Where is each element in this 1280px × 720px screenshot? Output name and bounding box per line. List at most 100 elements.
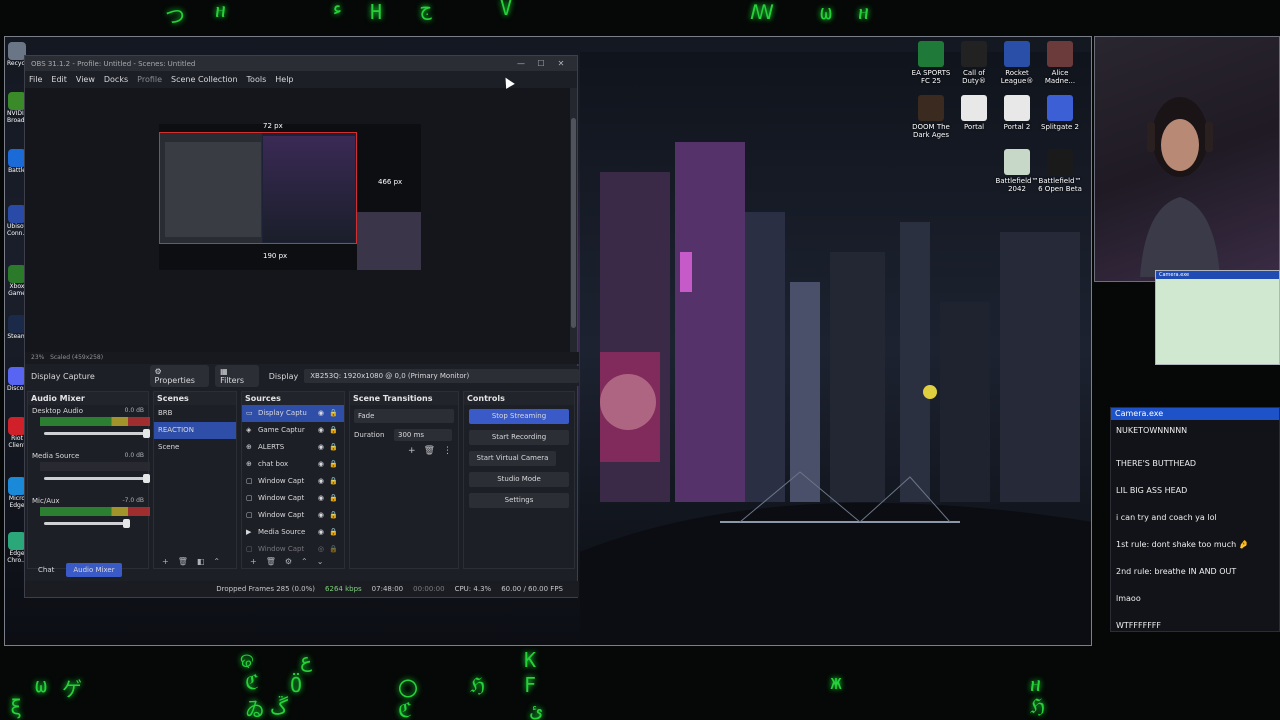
portal-2-file-icon	[1004, 95, 1030, 121]
camera-window: Camera.exe	[1155, 270, 1280, 365]
arrow-up-icon[interactable]: ⌃	[213, 557, 220, 566]
lock-icon[interactable]: 🔒	[329, 405, 338, 422]
chat-message: i can try and coach ya lol	[1116, 513, 1217, 522]
browser-icon: ⊕	[246, 460, 252, 468]
menu-view[interactable]: View	[76, 75, 95, 84]
desktop-icon-ea-fc25[interactable]: EA SPORTS FC 25	[909, 41, 953, 85]
eye-icon[interactable]: ◉	[318, 473, 324, 490]
add-icon[interactable]: +	[162, 557, 169, 566]
obs-titlebar[interactable]: OBS 31.1.2 - Profile: Untitled - Scenes:…	[25, 56, 577, 71]
settings-button[interactable]: Settings	[469, 493, 569, 508]
source-item[interactable]: ▢ Window Capt ◉ 🔒	[242, 507, 344, 524]
lock-icon[interactable]: 🔒	[329, 422, 338, 439]
source-item[interactable]: ▢ Window Capt ◉ 🔒	[242, 490, 344, 507]
desktop-icon-rocket-league[interactable]: Rocket League®	[995, 41, 1039, 85]
desktop-icon-doom[interactable]: DOOM The Dark Ages	[909, 95, 953, 139]
dimension-bottom: 190 px	[263, 252, 288, 260]
add-icon[interactable]: +	[408, 446, 416, 456]
desktop-icon-splitgate-2[interactable]: Splitgate 2	[1038, 95, 1082, 131]
battlefield-6-icon	[1047, 149, 1073, 175]
matrix-glyph: ξ	[10, 695, 23, 719]
menu-tools[interactable]: Tools	[247, 75, 267, 84]
eye-icon[interactable]: ◉	[318, 405, 324, 422]
dropped-frames: Dropped Frames 285 (0.0%)	[216, 585, 316, 593]
source-item[interactable]: ▭ Display Captu ◉ 🔒	[242, 405, 344, 422]
desktop-icon-call-of-duty[interactable]: Call of Duty®	[952, 41, 996, 85]
zoom-level[interactable]: 23%	[31, 354, 44, 361]
matrix-glyph: ω	[820, 0, 833, 24]
start-virtual-camera-button[interactable]: Start Virtual Camera	[469, 451, 556, 466]
source-item[interactable]: ▶ Media Source ◉ 🔒	[242, 524, 344, 541]
source-item[interactable]: ▢ Window Capt ◉ 🔒	[242, 473, 344, 490]
mixer-channel-desktop-audio: Desktop Audio 0.0 dB	[28, 405, 150, 450]
minimize-icon[interactable]: —	[511, 59, 531, 68]
menu-help[interactable]: Help	[275, 75, 293, 84]
trash-icon[interactable]: 🗑	[424, 446, 435, 456]
filters-button[interactable]: ▦ Filters	[215, 365, 259, 387]
display-select[interactable]: XB253Q: 1920x1080 @ 0,0 (Primary Monitor…	[304, 369, 579, 383]
desktop-icon-battlefield-2042[interactable]: Battlefield™ 2042	[995, 149, 1039, 193]
menu-docks[interactable]: Docks	[104, 75, 128, 84]
eye-icon[interactable]: ◉	[318, 439, 324, 456]
matrix-glyph: Ö	[290, 673, 303, 697]
menu-scene-collection[interactable]: Scene Collection	[171, 75, 238, 84]
gear-icon[interactable]: ⚙	[285, 557, 292, 566]
obs-window[interactable]: OBS 31.1.2 - Profile: Untitled - Scenes:…	[24, 55, 579, 598]
preview-area[interactable]: 72 px 466 px 190 px	[25, 88, 571, 352]
volume-slider[interactable]	[44, 519, 130, 528]
audio-mixer-dock: Audio Mixer Desktop Audio 0.0 dB Media S…	[27, 391, 150, 569]
scenes-dock: Scenes BRB REACTION Scene + 🗑 ◧ ⌃	[153, 391, 237, 569]
lock-icon[interactable]: 🔒	[329, 473, 338, 490]
tab-audio-mixer[interactable]: Audio Mixer	[66, 563, 122, 577]
duration-row: Duration 300 ms	[354, 429, 454, 441]
eye-icon[interactable]: ◉	[318, 422, 324, 439]
lock-icon[interactable]: 🔒	[329, 456, 338, 473]
duration-input[interactable]: 300 ms	[394, 429, 452, 441]
eye-icon[interactable]: ◉	[318, 507, 324, 524]
trash-icon[interactable]: 🗑	[178, 557, 188, 566]
studio-mode-button[interactable]: Studio Mode	[469, 472, 569, 487]
add-icon[interactable]: +	[250, 557, 257, 566]
desktop-icon-alice-madness[interactable]: Alice Madne...	[1038, 41, 1082, 85]
menu-edit[interactable]: Edit	[51, 75, 67, 84]
stop-streaming-button[interactable]: Stop Streaming	[469, 409, 569, 424]
desktop-icon-battlefield-6[interactable]: Battlefield™ 6 Open Beta	[1038, 149, 1082, 193]
properties-button[interactable]: ⚙ Properties	[149, 365, 210, 387]
eye-icon[interactable]: ◉	[318, 456, 324, 473]
start-recording-button[interactable]: Start Recording	[469, 430, 569, 445]
maximize-icon[interactable]: ☐	[531, 59, 551, 68]
more-icon[interactable]: ⋮	[443, 446, 452, 456]
lock-icon[interactable]: 🔒	[329, 490, 338, 507]
filter-icon[interactable]: ◧	[197, 557, 205, 566]
source-item[interactable]: ⊕ chat box ◉ 🔒	[242, 456, 344, 473]
desktop-icon-portal[interactable]: Portal	[952, 95, 996, 131]
arrow-up-icon[interactable]: ⌃	[301, 557, 308, 566]
lock-icon[interactable]: 🔒	[329, 439, 338, 456]
close-icon[interactable]: ✕	[551, 59, 571, 68]
tab-chat[interactable]: Chat	[31, 563, 61, 577]
arrow-down-icon[interactable]: ⌄	[317, 557, 324, 566]
matrix-glyph: ዘ	[215, 0, 226, 22]
lock-icon[interactable]: 🔒	[329, 524, 338, 541]
source-item[interactable]: ⊕ ALERTS ◉ 🔒	[242, 439, 344, 456]
transition-select[interactable]: Fade	[354, 409, 454, 423]
eye-icon[interactable]: ◉	[318, 490, 324, 507]
scene-item-brb[interactable]: BRB	[154, 405, 236, 422]
menu-file[interactable]: File	[29, 75, 42, 84]
transition-toolbar: + 🗑 ⋮	[408, 446, 452, 456]
preview-scrollbar[interactable]	[570, 88, 577, 352]
menu-profile[interactable]: Profile	[137, 75, 162, 84]
trash-icon[interactable]: 🗑	[266, 557, 276, 566]
desktop-icon-portal-2[interactable]: Portal 2	[995, 95, 1039, 131]
preview-canvas[interactable]: 72 px 466 px 190 px	[159, 122, 421, 270]
volume-slider[interactable]	[44, 429, 150, 438]
eye-icon[interactable]: ◉	[318, 524, 324, 541]
scene-item-scene[interactable]: Scene	[154, 439, 236, 456]
source-item[interactable]: ◈ Game Captur ◉ 🔒	[242, 422, 344, 439]
lock-icon[interactable]: 🔒	[329, 507, 338, 524]
matrix-glyph: ዘ	[1030, 672, 1041, 696]
scene-item-reaction[interactable]: REACTION	[154, 422, 236, 439]
volume-slider[interactable]	[44, 474, 150, 483]
volume-meter	[40, 507, 150, 516]
matrix-glyph: ゐ	[245, 697, 265, 720]
